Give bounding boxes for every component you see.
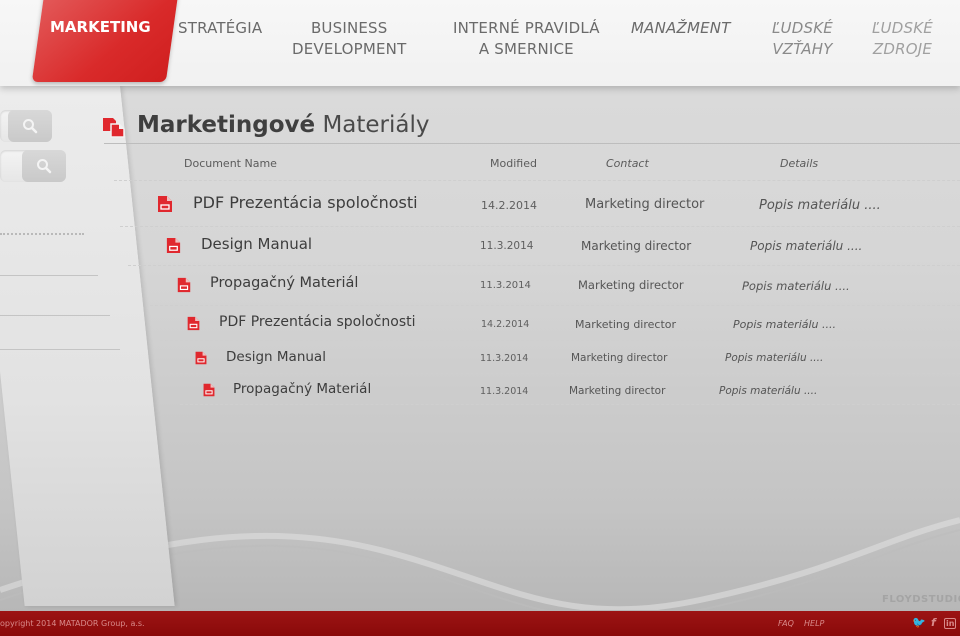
document-contact[interactable]: Marketing director	[578, 278, 684, 292]
twitter-icon[interactable]: 🐦	[912, 616, 926, 629]
search-field-2[interactable]	[0, 150, 66, 182]
document-details[interactable]: Popis materiálu ....	[759, 198, 881, 213]
nav-tab-business-development[interactable]: BUSINESS DEVELOPMENT	[292, 18, 406, 60]
nav-tab-manazment[interactable]: MANAŽMENT	[631, 18, 731, 39]
row-separator	[150, 305, 960, 306]
nav-tab-strategia[interactable]: STRATÉGIA	[178, 18, 262, 39]
document-modified: 11.3.2014	[480, 353, 529, 364]
header-separator	[114, 180, 960, 181]
document-details[interactable]: Popis materiálu ....	[719, 385, 817, 397]
search-icon	[37, 159, 52, 174]
row-separator	[180, 404, 960, 405]
sidebar-divider	[0, 233, 84, 235]
column-header-details[interactable]: Details	[780, 157, 818, 170]
footer-link-faq[interactable]: FAQ	[778, 619, 794, 628]
facebook-icon[interactable]: f	[931, 616, 936, 629]
studio-watermark: FLOYDSTUDIO	[882, 594, 960, 605]
page-title: Marketingové Materiály	[137, 112, 430, 138]
pdf-file-icon	[187, 316, 200, 331]
document-name-link[interactable]: PDF Prezentácia spoločnosti	[219, 314, 416, 330]
document-details[interactable]: Popis materiálu ....	[742, 279, 850, 293]
column-header-contact[interactable]: Contact	[606, 157, 649, 170]
column-header-document-name[interactable]: Document Name	[184, 157, 277, 170]
document-modified: 14.2.2014	[481, 319, 530, 330]
top-navigation: MARKETING STRATÉGIA BUSINESS DEVELOPMENT…	[0, 0, 960, 86]
document-contact[interactable]: Marketing director	[581, 239, 691, 253]
row-separator	[160, 340, 960, 341]
document-name-link[interactable]: Design Manual	[226, 349, 326, 365]
title-divider	[104, 143, 960, 144]
document-name-link[interactable]: PDF Prezentácia spoločnosti	[193, 193, 418, 212]
document-details[interactable]: Popis materiálu ....	[725, 352, 823, 364]
nav-active-tab-bg	[31, 0, 179, 82]
document-details[interactable]: Popis materiálu ....	[750, 239, 862, 253]
row-separator	[120, 226, 960, 227]
pdf-file-icon	[195, 351, 207, 365]
sidebar-divider	[0, 275, 98, 276]
nav-tab-ludske-vztahy[interactable]: ĽUDSKÉ VZŤAHY	[772, 18, 833, 60]
copyright-text: opyright 2014 MATADOR Group, a.s.	[0, 619, 145, 628]
pdf-file-icon	[177, 277, 191, 293]
documents-icon	[103, 118, 125, 138]
pdf-file-icon	[158, 196, 172, 212]
nav-tab-marketing[interactable]: MARKETING	[50, 18, 151, 36]
column-header-modified[interactable]: Modified	[490, 157, 537, 170]
nav-tab-interne-pravidla[interactable]: INTERNÉ PRAVIDLÁ A SMERNICE	[453, 18, 600, 60]
document-modified: 14.2.2014	[481, 199, 537, 212]
document-modified: 11.3.2014	[480, 386, 529, 397]
document-modified: 11.3.2014	[480, 240, 534, 252]
sidebar-divider	[0, 349, 120, 350]
row-separator	[128, 265, 960, 266]
document-details[interactable]: Popis materiálu ....	[733, 318, 836, 331]
search-button-1[interactable]	[8, 110, 52, 142]
document-name-link[interactable]: Propagačný Materiál	[233, 381, 371, 397]
search-button-2[interactable]	[22, 150, 66, 182]
linkedin-icon[interactable]: in	[944, 618, 957, 629]
document-contact[interactable]: Marketing director	[571, 352, 667, 364]
footer-bar: opyright 2014 MATADOR Group, a.s. FAQ HE…	[0, 611, 960, 636]
footer-link-help[interactable]: HELP	[804, 619, 824, 628]
nav-tab-ludske-zdroje[interactable]: ĽUDSKÉ ZDROJE	[872, 18, 933, 60]
document-contact[interactable]: Marketing director	[569, 385, 665, 397]
search-icon	[23, 119, 38, 134]
document-name-link[interactable]: Design Manual	[201, 235, 312, 253]
row-separator	[170, 373, 960, 374]
pdf-file-icon	[203, 383, 215, 397]
pdf-file-icon	[166, 237, 181, 254]
document-name-link[interactable]: Propagačný Materiál	[210, 275, 358, 291]
document-modified: 11.3.2014	[480, 280, 531, 291]
search-field-1[interactable]	[0, 110, 52, 142]
document-contact[interactable]: Marketing director	[585, 197, 704, 212]
document-contact[interactable]: Marketing director	[575, 318, 676, 331]
sidebar-divider	[0, 315, 110, 316]
